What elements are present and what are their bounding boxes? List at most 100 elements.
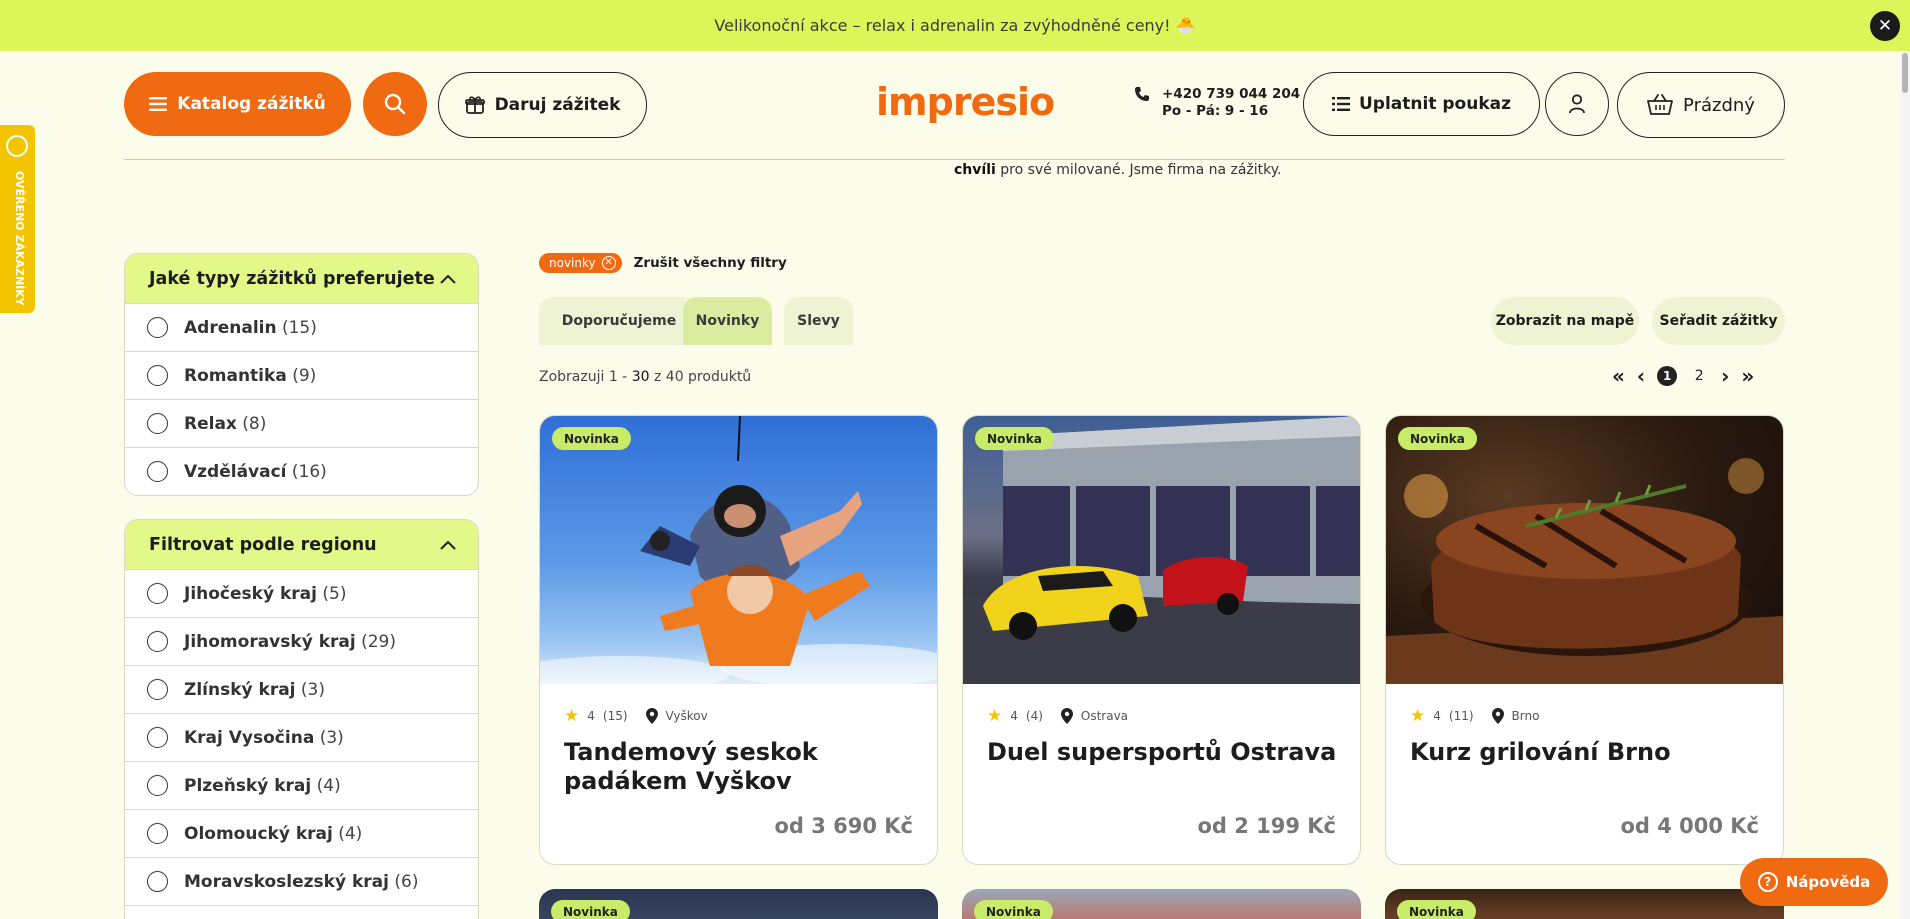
option-name: Jihomoravský kraj [184,631,356,652]
radio-button[interactable] [147,365,168,386]
filter-option-moravskoslezsky[interactable]: Moravskoslezský kraj (6) [125,857,478,905]
radio-button[interactable] [147,823,168,844]
basket-icon [1647,94,1673,115]
filter-option-jihocesky[interactable]: Jihočeský kraj (5) [125,569,478,617]
active-filter-chip[interactable]: novinky ✕ [539,253,622,273]
radio-button[interactable] [147,631,168,652]
filter-option-vzdelavaci[interactable]: Vzdělávací (16) [125,447,478,495]
impresio-logo[interactable]: impresio [876,80,1055,124]
filter-types-header[interactable]: Jaké typy zážitků preferujete [125,254,478,303]
filter-option-vysocina[interactable]: Kraj Vysočina (3) [125,713,478,761]
last-page-icon[interactable]: » [1741,366,1754,386]
option-count: (29) [361,631,396,652]
radio-button[interactable] [147,871,168,892]
filter-option-plzensky[interactable]: Plzeňský kraj (4) [125,761,478,809]
next-page-icon[interactable]: › [1721,366,1729,386]
product-card[interactable]: Novinka ★ 4 (11) Brno Kurz grilování Brn… [1385,415,1784,865]
radio-button[interactable] [147,679,168,700]
new-badge: Novinka [552,427,631,450]
gift-experience-button[interactable]: Daruj zážitek [438,72,647,138]
prev-page-icon[interactable]: ‹ [1637,366,1645,386]
chevron-up-icon [440,274,456,284]
results-shown: 30 [631,369,650,385]
option-count: (4) [338,823,363,844]
option-name: Adrenalin [184,317,277,338]
promo-bar: Velikonoční akce – relax i adrenalin za … [0,0,1910,51]
remove-chip-icon[interactable]: ✕ [601,256,616,270]
search-button[interactable] [363,72,427,136]
radio-button[interactable] [147,461,168,482]
new-badge: Novinka [1398,427,1477,450]
card-title[interactable]: Tandemový seskok padákem Vyškov [564,738,924,796]
redeem-voucher-button[interactable]: Uplatnit poukaz [1303,72,1540,136]
product-card[interactable]: Novinka ★ 4 (4) Ostrava Duel supersportů… [962,415,1361,865]
product-card-partial[interactable]: Novinka [962,889,1361,919]
clear-all-filters-link[interactable]: Zrušit všechny filtry [634,255,787,271]
filter-option-zlinsky[interactable]: Zlínský kraj (3) [125,665,478,713]
filter-option-jihomoravsky[interactable]: Jihomoravský kraj (29) [125,617,478,665]
contact-phone[interactable]: +420 739 044 204 Po - Pá: 9 - 16 [1134,86,1300,120]
card-price: od 3 690 Kč [774,814,913,838]
filter-option-romantika[interactable]: Romantika (9) [125,351,478,399]
gift-icon [464,96,485,114]
radio-button[interactable] [147,317,168,338]
pagination: « ‹ 1 2 › » [1612,366,1754,386]
option-count: (9) [292,365,317,386]
tab-sale[interactable]: Slevy [784,297,853,345]
question-icon: ? [1757,872,1778,892]
card-title[interactable]: Duel supersportů Ostrava [987,738,1347,767]
radio-button[interactable] [147,413,168,434]
card-price: od 4 000 Kč [1620,814,1759,838]
option-count: (5) [322,583,347,604]
catalog-button[interactable]: Katalog zážitků [124,72,351,136]
location-name: Vyškov [665,709,708,723]
site-header: Katalog zážitků Daruj zážitek impresio +… [124,70,1785,160]
user-icon [1569,94,1585,114]
review-count: (4) [1025,709,1043,723]
filter-option-more[interactable] [125,905,478,919]
card-price: od 2 199 Kč [1197,814,1336,838]
filter-option-olomoucky[interactable]: Olomoucký kraj (4) [125,809,478,857]
star-icon: ★ [1410,706,1426,726]
radio-button[interactable] [147,583,168,604]
tagline: chvíli pro své milované. Jsme firma na z… [954,162,1282,178]
sports-cars-photo: Novinka [963,416,1360,684]
cart-button[interactable]: Prázdný [1617,72,1785,138]
help-button[interactable]: ? Nápověda [1740,858,1888,906]
tab-recommended[interactable]: Doporučujeme [539,297,699,345]
page-2-button[interactable]: 2 [1689,366,1709,386]
voucher-label: Uplatnit poukaz [1359,94,1511,114]
radio-button[interactable] [147,727,168,748]
option-name: Plzeňský kraj [184,775,312,796]
product-card[interactable]: Novinka ★ 4 (15) Vyškov Tandemový seskok… [539,415,938,865]
option-count: (15) [281,317,317,338]
product-card-partial[interactable]: Novinka [539,889,938,919]
filter-region-title: Filtrovat podle regionu [149,534,377,555]
new-badge: Novinka [975,427,1054,450]
tab-new[interactable]: Novinky [683,297,772,345]
option-name: Romantika [184,365,287,386]
page-scrollbar[interactable] [1900,51,1910,919]
sort-button[interactable]: Seřadit zážitky [1652,297,1785,345]
chevron-up-icon [440,540,456,550]
product-card-partial[interactable]: Novinka [1385,889,1784,919]
filter-option-relax[interactable]: Relax (8) [125,399,478,447]
filter-region-header[interactable]: Filtrovat podle regionu [125,520,478,569]
cart-label: Prázdný [1683,94,1755,116]
verified-customers-badge[interactable]: OVĚŘENO ZÁKAZNÍKY [0,125,35,313]
first-page-icon[interactable]: « [1612,366,1625,386]
promo-close-button[interactable]: ✕ [1870,11,1900,41]
page-1-button[interactable]: 1 [1657,366,1678,386]
card-meta: ★ 4 (4) Ostrava [987,706,1128,726]
radio-button[interactable] [147,775,168,796]
filter-option-adrenalin[interactable]: Adrenalin (15) [125,303,478,351]
card-title[interactable]: Kurz grilování Brno [1410,738,1770,767]
card-meta: ★ 4 (11) Brno [1410,706,1539,726]
scrollbar-thumb[interactable] [1902,53,1908,93]
rating-value: 4 [587,709,595,723]
star-icon: ★ [564,706,580,726]
show-on-map-button[interactable]: Zobrazit na mapě [1491,297,1639,345]
account-button[interactable] [1545,72,1609,136]
filter-types-title: Jaké typy zážitků preferujete [149,268,435,289]
phone-icon [1135,87,1149,101]
